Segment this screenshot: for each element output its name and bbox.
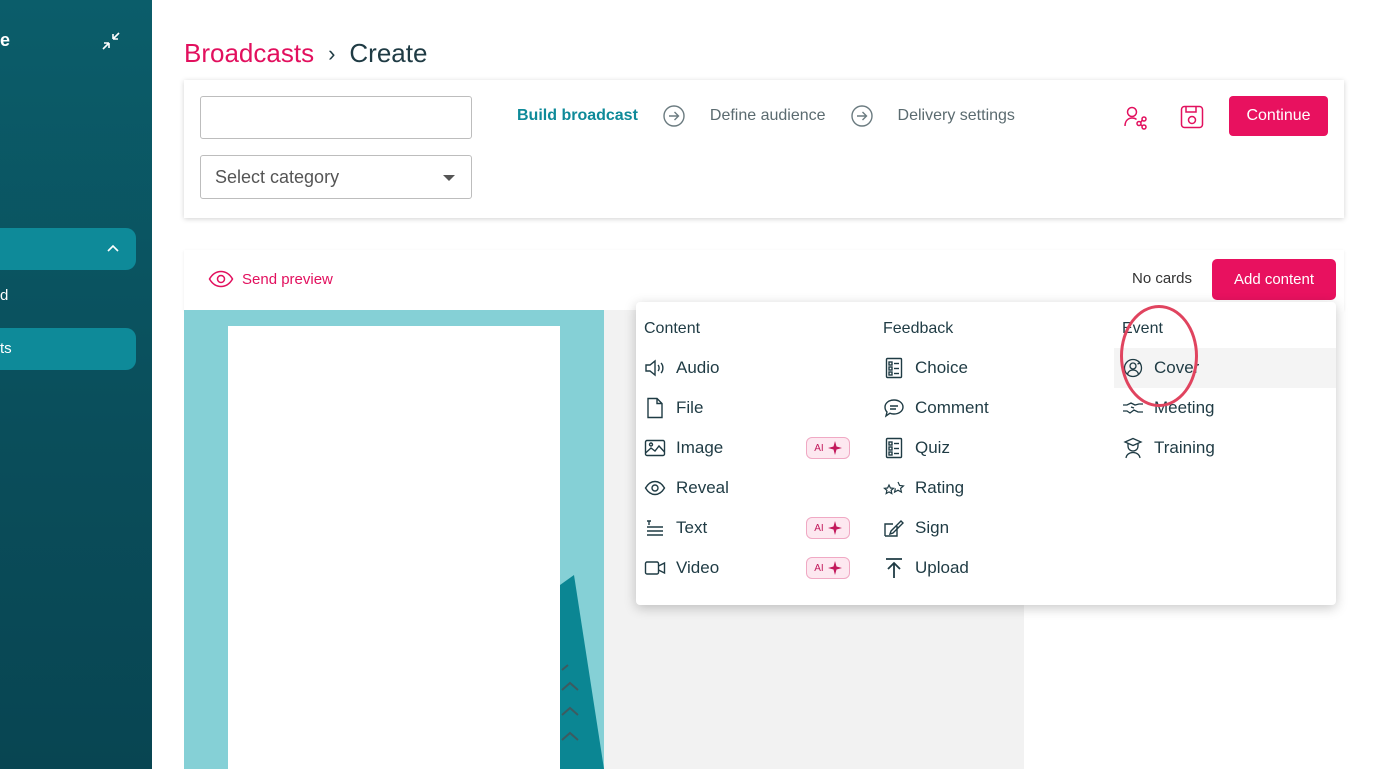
menu-item-label: Audio xyxy=(676,358,720,377)
menu-heading-feedback: Feedback xyxy=(883,320,954,337)
text-icon xyxy=(644,517,666,539)
speaker-icon xyxy=(644,357,666,379)
menu-item-audio[interactable]: Audio xyxy=(644,348,719,388)
card-canvas-page[interactable] xyxy=(228,326,560,769)
broadcast-header-card: Select category Build broadcast Define a… xyxy=(184,80,1344,218)
menu-item-cover[interactable]: Cover xyxy=(1114,348,1336,388)
image-icon xyxy=(644,437,666,459)
menu-item-comment[interactable]: Comment xyxy=(883,388,989,428)
ai-badge[interactable]: AI xyxy=(806,437,850,459)
menu-item-quiz[interactable]: Quiz xyxy=(883,428,950,468)
editor-toolbar: Send preview No cards Add content xyxy=(184,250,1344,310)
share-users-icon[interactable] xyxy=(1123,104,1149,130)
eye-icon xyxy=(644,477,666,499)
menu-item-label: Text xyxy=(676,518,708,537)
menu-item-rating[interactable]: Rating xyxy=(883,468,964,508)
handshake-icon xyxy=(1122,397,1144,419)
menu-item-label: Comment xyxy=(915,398,989,417)
eye-icon xyxy=(208,270,234,288)
sidebar-item[interactable]: d xyxy=(0,287,8,304)
quiz-icon xyxy=(883,437,905,459)
file-icon xyxy=(644,397,666,419)
arrow-right-circle-icon xyxy=(850,105,873,127)
menu-item-label: Quiz xyxy=(915,438,950,457)
arrow-right-circle-icon xyxy=(663,105,685,127)
menu-item-image[interactable]: Image xyxy=(644,428,723,468)
ai-badge[interactable]: AI xyxy=(806,557,850,579)
send-preview-label: Send preview xyxy=(242,270,333,288)
breadcrumb-separator: › xyxy=(328,40,336,66)
menu-item-label: Choice xyxy=(915,358,968,377)
send-preview-button[interactable]: Send preview xyxy=(208,270,333,288)
cover-icon xyxy=(1122,357,1144,379)
menu-item-label: Meeting xyxy=(1154,398,1215,417)
breadcrumb: Broadcasts › Create xyxy=(184,38,427,69)
menu-item-file[interactable]: File xyxy=(644,388,703,428)
sidebar-item-active[interactable]: ts xyxy=(0,328,136,370)
menu-item-label: Upload xyxy=(915,558,969,577)
continue-button[interactable]: Continue xyxy=(1229,96,1328,136)
training-icon xyxy=(1122,437,1144,459)
step-define-audience[interactable]: Define audience xyxy=(710,107,826,125)
menu-item-label: Cover xyxy=(1154,358,1200,377)
ai-badge-label: AI xyxy=(814,442,824,454)
menu-item-video[interactable]: Video xyxy=(644,548,719,588)
stars-icon xyxy=(883,477,905,499)
comment-icon xyxy=(883,397,905,419)
checklist-icon xyxy=(883,357,905,379)
menu-item-label: Image xyxy=(676,438,724,457)
menu-item-meeting[interactable]: Meeting xyxy=(1122,388,1214,428)
menu-item-label: Training xyxy=(1154,438,1215,457)
save-icon[interactable] xyxy=(1179,104,1205,130)
category-select-label: Select category xyxy=(215,167,340,187)
menu-item-choice[interactable]: Choice xyxy=(883,348,968,388)
menu-item-label: Sign xyxy=(915,518,950,537)
menu-item-label: Rating xyxy=(915,478,965,497)
ai-badge[interactable]: AI xyxy=(806,517,850,539)
add-content-menu: Content Audio File Image Reveal Text Vid xyxy=(636,302,1336,605)
category-select[interactable]: Select category xyxy=(200,155,472,199)
sparkle-icon xyxy=(827,561,842,575)
decorative-shape xyxy=(560,575,604,769)
menu-item-training[interactable]: Training xyxy=(1122,428,1215,468)
menu-item-reveal[interactable]: Reveal xyxy=(644,468,729,508)
stepper: Build broadcast Define audience Delivery… xyxy=(517,104,1015,128)
sign-icon xyxy=(883,517,905,539)
ai-badge-label: AI xyxy=(814,562,824,574)
add-content-button[interactable]: Add content xyxy=(1212,259,1336,300)
menu-item-label: Reveal xyxy=(676,478,729,497)
ai-badge-label: AI xyxy=(814,522,824,534)
step-build-broadcast[interactable]: Build broadcast xyxy=(517,107,638,125)
sidebar-group-toggle[interactable] xyxy=(0,228,136,270)
breadcrumb-broadcasts[interactable]: Broadcasts xyxy=(184,38,314,69)
menu-heading-event: Event xyxy=(1122,320,1163,337)
caret-down-icon xyxy=(443,175,455,181)
card-canvas-background xyxy=(184,310,604,769)
sidebar-brand: e xyxy=(0,30,11,50)
menu-item-label: Video xyxy=(676,558,720,577)
sparkle-icon xyxy=(827,441,842,455)
menu-item-sign[interactable]: Sign xyxy=(883,508,949,548)
cards-status: No cards xyxy=(1132,270,1193,287)
step-delivery-settings[interactable]: Delivery settings xyxy=(898,107,1015,125)
menu-heading-content: Content xyxy=(644,320,701,337)
upload-icon xyxy=(883,557,905,579)
title-input[interactable] xyxy=(200,96,472,139)
sidebar: e d ts xyxy=(0,0,152,769)
menu-item-upload[interactable]: Upload xyxy=(883,548,969,588)
sparkle-icon xyxy=(827,521,842,535)
video-icon xyxy=(644,557,666,579)
chevron-up-icon xyxy=(107,244,119,252)
collapse-icon[interactable] xyxy=(100,30,122,52)
page-title: Create xyxy=(349,38,428,68)
menu-item-text[interactable]: Text xyxy=(644,508,707,548)
menu-item-label: File xyxy=(676,398,704,417)
